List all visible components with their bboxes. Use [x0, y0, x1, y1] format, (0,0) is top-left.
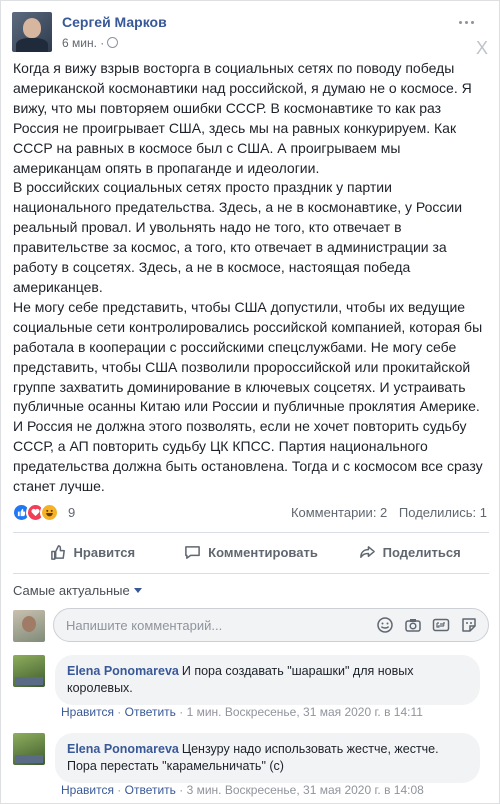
commenter-name[interactable]: Elena Ponomareva	[67, 742, 179, 756]
shares-count[interactable]: Поделились: 1	[399, 505, 487, 520]
comment-reply-link[interactable]: Ответить	[125, 783, 176, 797]
comment-input-tools	[376, 616, 478, 634]
share-button[interactable]: Поделиться	[330, 535, 489, 569]
comment-meta: Нравится · Ответить · 1 мин. Воскресенье…	[61, 705, 423, 719]
action-bar: Нравится Комментировать Поделиться	[13, 535, 489, 569]
comment-timestamp[interactable]: 3 мин. Воскресенье, 31 мая 2020 г. в 14:…	[187, 783, 424, 797]
post-time[interactable]: 6 мин. ·	[62, 36, 119, 50]
haha-reaction-icon	[40, 503, 59, 522]
comment-icon	[185, 545, 201, 559]
post-time-label: 6 мин. ·	[62, 36, 105, 50]
gif-icon[interactable]	[432, 616, 450, 634]
comment-input-placeholder: Напишите комментарий...	[66, 618, 223, 633]
close-icon[interactable]: X	[476, 39, 488, 57]
reaction-count: 9	[68, 505, 76, 520]
commenter-avatar[interactable]	[13, 733, 45, 765]
divider	[13, 573, 489, 574]
comment-bubble: Elena Ponomareva Цензуру надо использоват…	[55, 733, 480, 783]
more-options-icon[interactable]	[458, 14, 474, 30]
post-counts: Комментарии: 2 Поделились: 1	[283, 505, 487, 520]
post-text: Когда я вижу взрыв восторга в социальных…	[13, 60, 483, 495]
comment-label: Комментировать	[208, 544, 318, 560]
thumbs-up-icon	[50, 544, 65, 560]
comment-reply-link[interactable]: Ответить	[125, 705, 176, 719]
share-icon	[359, 545, 375, 558]
share-label: Поделиться	[382, 544, 461, 560]
comment-like-link[interactable]: Нравится	[61, 705, 114, 719]
comment-timestamp[interactable]: 1 мин. Воскресенье, 31 мая 2020 г. в 14:…	[187, 705, 423, 719]
comment-button[interactable]: Комментировать	[172, 535, 331, 569]
like-label: Нравится	[73, 544, 136, 560]
commenter-avatar[interactable]	[13, 655, 45, 687]
post-card: Сергей Марков 6 мин. · X Когда я вижу вз…	[0, 0, 500, 804]
commenter-name[interactable]: Elena Ponomareva	[67, 664, 179, 678]
emoji-icon[interactable]	[376, 616, 394, 634]
divider	[13, 532, 489, 533]
comment-meta: Нравится · Ответить · 3 мин. Воскресенье…	[61, 783, 424, 797]
comment-sort-dropdown[interactable]: Самые актуальные	[13, 583, 142, 598]
author-avatar[interactable]	[12, 12, 52, 52]
comments-count[interactable]: Комментарии: 2	[291, 505, 387, 520]
sort-label: Самые актуальные	[13, 583, 130, 598]
like-button[interactable]: Нравится	[13, 535, 172, 569]
globe-icon	[107, 37, 119, 48]
comment-input[interactable]: Напишите комментарий...	[53, 608, 489, 642]
current-user-avatar	[13, 610, 45, 642]
comment-like-link[interactable]: Нравится	[61, 783, 114, 797]
camera-icon[interactable]	[404, 616, 422, 634]
post-header: Сергей Марков 6 мин. ·	[12, 12, 482, 54]
comment-bubble: Elena Ponomareva И пора создавать "шарашк…	[55, 655, 480, 705]
chevron-down-icon	[133, 588, 142, 593]
sticker-icon[interactable]	[460, 616, 478, 634]
author-name[interactable]: Сергей Марков	[62, 14, 167, 30]
